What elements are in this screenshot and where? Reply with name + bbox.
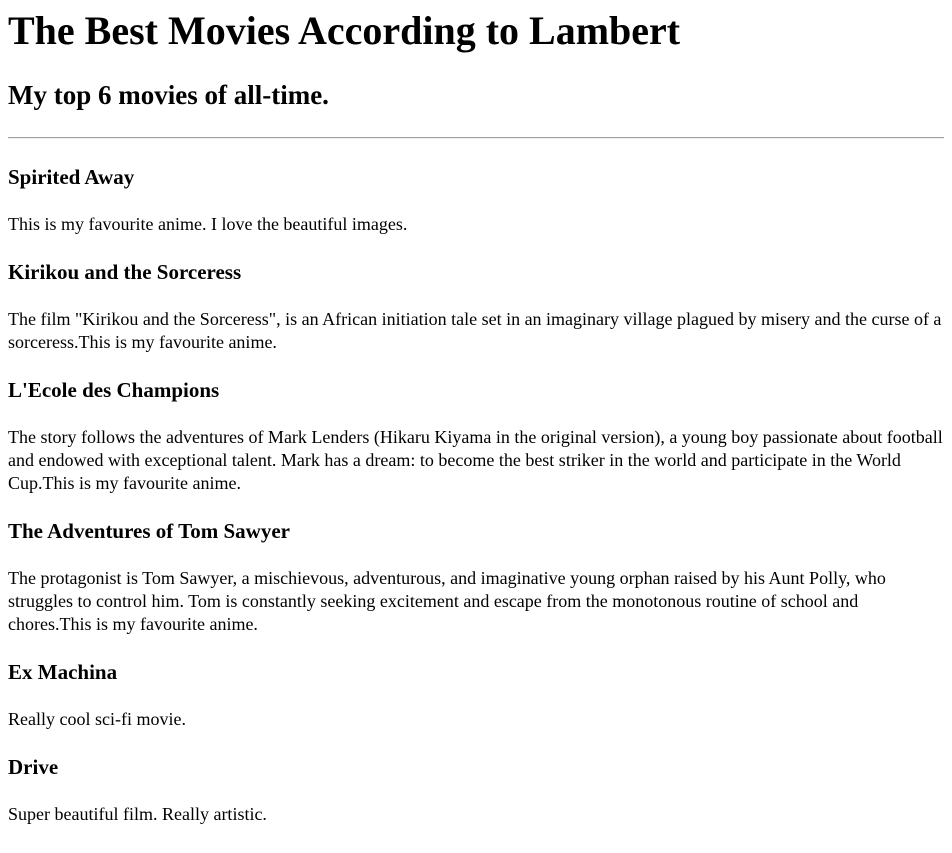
- movie-entry-ecole-des-champions: L'Ecole des Champions The story follows …: [8, 378, 944, 495]
- movie-description: Super beautiful film. Really artistic.: [8, 804, 267, 824]
- movie-description: The protagonist is Tom Sawyer, a mischie…: [8, 568, 886, 634]
- movie-entry-spirited-away: Spirited Away This is my favourite anime…: [8, 165, 944, 236]
- movie-title: Spirited Away: [8, 165, 135, 189]
- movie-title: The Adventures of Tom Sawyer: [8, 519, 290, 543]
- movie-entry-kirikou: Kirikou and the Sorceress The film "Kiri…: [8, 260, 944, 354]
- page-title: The Best Movies According to Lambert: [8, 8, 681, 53]
- movie-description: The film "Kirikou and the Sorceress", is…: [8, 309, 942, 352]
- divider: [8, 137, 944, 139]
- movie-entry-ex-machina: Ex Machina Really cool sci-fi movie.: [8, 660, 944, 731]
- movie-description: Really cool sci-fi movie.: [8, 709, 186, 729]
- movie-entry-tom-sawyer: The Adventures of Tom Sawyer The protago…: [8, 519, 944, 636]
- movie-title: Ex Machina: [8, 660, 118, 684]
- movie-title: L'Ecole des Champions: [8, 378, 220, 402]
- movie-entry-drive: Drive Super beautiful film. Really artis…: [8, 755, 944, 826]
- movie-list: Spirited Away This is my favourite anime…: [8, 165, 944, 826]
- movie-title: Drive: [8, 755, 59, 779]
- movie-description: The story follows the adventures of Mark…: [8, 427, 943, 493]
- movie-title: Kirikou and the Sorceress: [8, 260, 242, 284]
- movie-description: This is my favourite anime. I love the b…: [8, 214, 408, 234]
- page-subtitle: My top 6 movies of all-time.: [8, 80, 329, 110]
